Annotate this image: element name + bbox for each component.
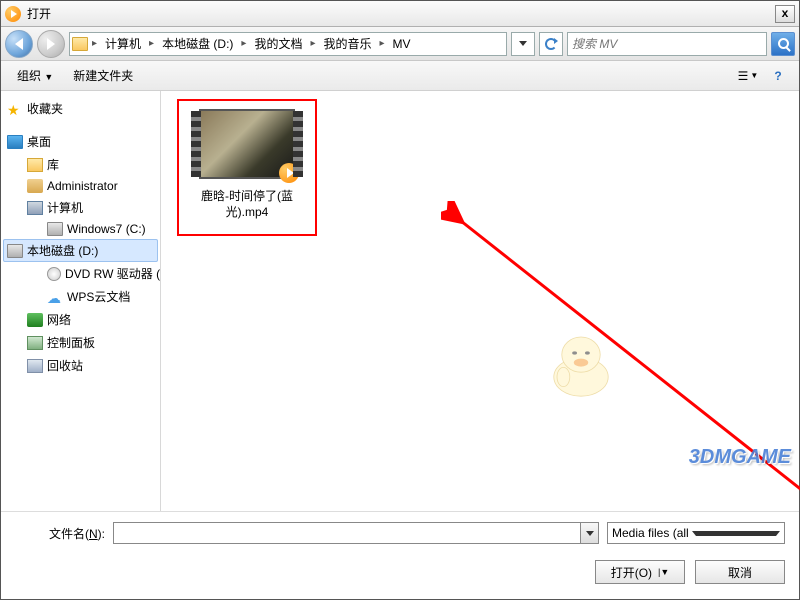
open-button[interactable]: 打开(O) |▼ xyxy=(595,560,685,584)
address-bar[interactable]: ▸ 计算机 ▸ 本地磁盘 (D:) ▸ 我的文档 ▸ 我的音乐 ▸ MV xyxy=(69,32,507,56)
refresh-button[interactable] xyxy=(539,32,563,56)
sidebar-label: 桌面 xyxy=(27,133,51,150)
filename-dropdown[interactable] xyxy=(580,523,598,543)
sidebar: ★ 收藏夹 桌面 库 Administrator 计算机 Windows7 (C:… xyxy=(1,91,161,511)
filename-combobox[interactable] xyxy=(113,522,599,544)
search-box[interactable] xyxy=(567,32,767,56)
sidebar-label: 本地磁盘 (D:) xyxy=(27,242,98,259)
sidebar-libraries[interactable]: 库 xyxy=(3,153,158,176)
recycle-bin-icon xyxy=(27,359,43,373)
view-menu[interactable]: ☰▼ xyxy=(735,65,761,87)
chevron-right-icon: ▸ xyxy=(90,38,99,49)
sidebar-recycle-bin[interactable]: 回收站 xyxy=(3,354,158,377)
sidebar-computer[interactable]: 计算机 xyxy=(3,196,158,219)
open-label: 打开(O) xyxy=(611,564,652,581)
sidebar-label: WPS云文档 xyxy=(67,288,130,305)
history-dropdown[interactable] xyxy=(511,32,535,56)
video-thumbnail xyxy=(199,109,295,179)
content-area: ★ 收藏夹 桌面 库 Administrator 计算机 Windows7 (C:… xyxy=(1,91,799,511)
app-icon xyxy=(5,6,21,22)
annotation-arrow xyxy=(441,201,800,541)
close-button[interactable]: x xyxy=(775,5,795,23)
refresh-icon xyxy=(545,38,557,50)
sidebar-label: 回收站 xyxy=(47,357,83,374)
sidebar-label: 计算机 xyxy=(47,199,83,216)
file-item[interactable]: 鹿晗-时间停了(蓝光).mp4 xyxy=(177,99,317,236)
sidebar-admin[interactable]: Administrator xyxy=(3,176,158,196)
help-button[interactable]: ? xyxy=(765,65,791,87)
chevron-down-icon xyxy=(692,531,780,536)
file-name: 鹿晗-时间停了(蓝光).mp4 xyxy=(185,189,309,220)
breadcrumb-mv[interactable]: MV xyxy=(389,35,415,53)
sidebar-favorites[interactable]: ★ 收藏夹 xyxy=(3,97,158,120)
chevron-down-icon: ▼ xyxy=(44,72,53,82)
chevron-right-icon: ▸ xyxy=(308,38,317,49)
split-chevron-icon: |▼ xyxy=(658,567,669,577)
arrow-left-icon xyxy=(15,38,23,50)
new-folder-button[interactable]: 新建文件夹 xyxy=(65,63,141,88)
control-panel-icon xyxy=(27,336,43,350)
search-input[interactable] xyxy=(572,37,762,51)
arrow-right-icon xyxy=(47,38,55,50)
filter-label: Media files (all types) (*.wmv xyxy=(612,526,692,540)
filename-input[interactable] xyxy=(114,523,580,543)
forward-button[interactable] xyxy=(37,30,65,58)
sidebar-label: Administrator xyxy=(47,179,118,193)
chevron-down-icon xyxy=(586,531,594,536)
sidebar-label: Windows7 (C:) xyxy=(67,222,146,236)
sidebar-desktop[interactable]: 桌面 xyxy=(3,130,158,153)
chevron-right-icon: ▸ xyxy=(239,38,248,49)
sidebar-drive-d[interactable]: 本地磁盘 (D:) xyxy=(3,239,158,262)
watermark-text: 3DMGAME xyxy=(689,446,791,469)
folder-icon xyxy=(72,37,88,51)
title-bar: 打开 x xyxy=(1,1,799,27)
search-button[interactable] xyxy=(771,32,795,56)
thumbnail-image xyxy=(201,111,293,177)
toolbar: 组织 ▼ 新建文件夹 ☰▼ ? xyxy=(1,61,799,91)
chevron-right-icon: ▸ xyxy=(378,38,387,49)
breadcrumb-music[interactable]: 我的音乐 xyxy=(319,33,375,54)
sidebar-dvd[interactable]: DVD RW 驱动器 ( xyxy=(3,262,158,285)
sidebar-control-panel[interactable]: 控制面板 xyxy=(3,331,158,354)
watermark-duck-icon xyxy=(541,321,621,401)
sidebar-drive-c[interactable]: Windows7 (C:) xyxy=(3,219,158,239)
computer-icon xyxy=(27,201,43,215)
desktop-icon xyxy=(7,135,23,149)
file-pane[interactable]: 鹿晗-时间停了(蓝光).mp4 3DMGAME xyxy=(161,91,799,511)
chevron-right-icon: ▸ xyxy=(147,38,156,49)
sidebar-label: 库 xyxy=(47,156,59,173)
drive-icon xyxy=(47,222,63,236)
organize-menu[interactable]: 组织 ▼ xyxy=(9,63,61,88)
chevron-down-icon xyxy=(519,41,527,46)
chevron-down-icon: ▼ xyxy=(750,71,758,80)
library-icon xyxy=(27,158,43,172)
disc-icon xyxy=(47,267,61,281)
star-icon: ★ xyxy=(7,102,23,116)
sidebar-wps-cloud[interactable]: ☁ WPS云文档 xyxy=(3,285,158,308)
play-overlay-icon xyxy=(279,163,299,183)
breadcrumb-documents[interactable]: 我的文档 xyxy=(250,33,306,54)
sidebar-label: 收藏夹 xyxy=(27,100,63,117)
network-icon xyxy=(27,313,43,327)
cloud-icon: ☁ xyxy=(47,290,63,304)
breadcrumb-drive-d[interactable]: 本地磁盘 (D:) xyxy=(158,33,237,54)
sidebar-label: DVD RW 驱动器 ( xyxy=(65,265,160,282)
bottom-panel: 文件名(N): Media files (all types) (*.wmv 打… xyxy=(1,511,799,601)
sidebar-label: 网络 xyxy=(47,311,71,328)
sidebar-network[interactable]: 网络 xyxy=(3,308,158,331)
window-title: 打开 xyxy=(27,5,775,22)
organize-label: 组织 xyxy=(17,69,41,83)
user-icon xyxy=(27,179,43,193)
back-button[interactable] xyxy=(5,30,33,58)
cancel-button[interactable]: 取消 xyxy=(695,560,785,584)
breadcrumb-computer[interactable]: 计算机 xyxy=(101,33,145,54)
file-type-filter[interactable]: Media files (all types) (*.wmv xyxy=(607,522,785,544)
search-icon xyxy=(778,38,789,49)
nav-bar: ▸ 计算机 ▸ 本地磁盘 (D:) ▸ 我的文档 ▸ 我的音乐 ▸ MV xyxy=(1,27,799,61)
filename-label: 文件名(N): xyxy=(15,525,105,542)
sidebar-label: 控制面板 xyxy=(47,334,95,351)
drive-icon xyxy=(7,244,23,258)
